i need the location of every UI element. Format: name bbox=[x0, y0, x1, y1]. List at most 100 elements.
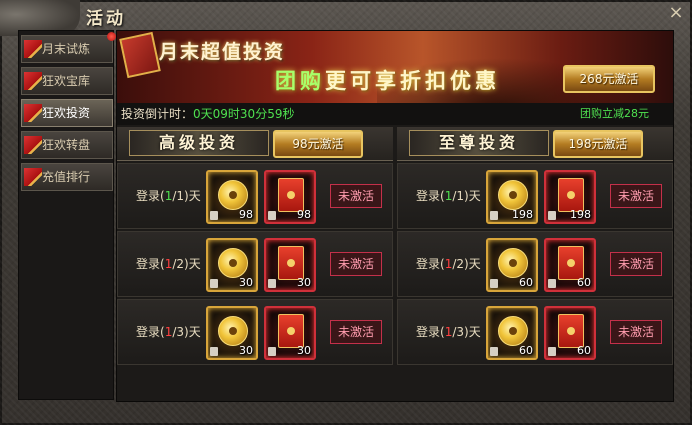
red-envelope-icon bbox=[558, 246, 584, 280]
gold-coin-icon bbox=[218, 248, 248, 278]
gold-coin-slot[interactable]: 198 bbox=[486, 170, 538, 224]
red-envelope-slot[interactable]: 30 bbox=[264, 306, 316, 360]
item-quantity: 30 bbox=[297, 344, 311, 357]
gold-coin-slot[interactable]: 60 bbox=[486, 238, 538, 292]
countdown-label: 投资倒计时： bbox=[121, 107, 194, 121]
login-progress-label: 登录(1/2)天 bbox=[416, 257, 481, 271]
reward-row: 登录(1/2)天 30 30 未激活 bbox=[117, 231, 393, 297]
reward-row: 登录(1/3)天 30 30 未激活 bbox=[117, 299, 393, 365]
red-envelope-slot[interactable]: 60 bbox=[544, 238, 596, 292]
main-panel: 月末超值投资 团购更可享折扣优惠 268元激活 投资倒计时：0天09时30分59… bbox=[116, 30, 674, 402]
gold-coin-icon bbox=[498, 248, 528, 278]
gold-coin-icon bbox=[498, 180, 528, 210]
column-title: 高级投资 bbox=[129, 130, 269, 156]
sidebar-item-ranking[interactable]: 充值排行 bbox=[21, 163, 113, 191]
column-header: 高级投资 98元激活 bbox=[117, 127, 393, 161]
promo-banner: 月末超值投资 团购更可享折扣优惠 268元激活 bbox=[117, 31, 673, 103]
login-progress-label: 登录(1/2)天 bbox=[136, 257, 201, 271]
inactive-status-button[interactable]: 未激活 bbox=[330, 184, 382, 208]
item-quantity: 98 bbox=[297, 208, 311, 221]
supreme-investment-column: 至尊投资 198元激活 登录(1/1)天 198 198 未激活 登录(1/2)… bbox=[397, 127, 673, 401]
reward-row: 登录(1/2)天 60 60 未激活 bbox=[397, 231, 673, 297]
inactive-status-button[interactable]: 未激活 bbox=[330, 252, 382, 276]
lock-icon bbox=[548, 347, 556, 356]
sidebar-item-wheel[interactable]: 狂欢转盘 bbox=[21, 131, 113, 159]
reward-row: 登录(1/1)天 98 98 未激活 bbox=[117, 163, 393, 229]
login-progress-label: 登录(1/3)天 bbox=[416, 325, 481, 339]
lock-icon bbox=[548, 211, 556, 220]
lock-icon bbox=[210, 211, 218, 220]
lock-icon bbox=[490, 279, 498, 288]
gold-coin-icon bbox=[498, 316, 528, 346]
gold-coin-slot[interactable]: 30 bbox=[206, 238, 258, 292]
banner-subtitle-highlight: 团购 bbox=[275, 69, 325, 93]
login-progress-label: 登录(1/1)天 bbox=[416, 189, 481, 203]
window-title: 活动 bbox=[86, 9, 126, 29]
item-quantity: 198 bbox=[570, 208, 591, 221]
group-discount-note: 团购立减28元 bbox=[580, 107, 649, 120]
item-quantity: 30 bbox=[239, 344, 253, 357]
red-envelope-slot[interactable]: 30 bbox=[264, 238, 316, 292]
item-quantity: 30 bbox=[239, 276, 253, 289]
red-envelope-icon bbox=[558, 178, 584, 212]
inactive-status-button[interactable]: 未激活 bbox=[330, 320, 382, 344]
group-activate-button[interactable]: 268元激活 bbox=[563, 65, 655, 93]
banner-subtitle-rest: 更可享折扣优惠 bbox=[325, 69, 500, 93]
ribbon-icon bbox=[24, 136, 42, 154]
inactive-status-button[interactable]: 未激活 bbox=[610, 320, 662, 344]
item-quantity: 60 bbox=[577, 344, 591, 357]
red-envelope-icon bbox=[119, 31, 161, 79]
column-header: 至尊投资 198元激活 bbox=[397, 127, 673, 161]
lock-icon bbox=[210, 347, 218, 356]
item-quantity: 198 bbox=[512, 208, 533, 221]
login-progress-label: 登录(1/3)天 bbox=[136, 325, 201, 339]
inactive-status-button[interactable]: 未激活 bbox=[610, 184, 662, 208]
item-quantity: 98 bbox=[239, 208, 253, 221]
lock-icon bbox=[268, 211, 276, 220]
notification-dot-icon bbox=[107, 32, 116, 41]
banner-title: 月末超值投资 bbox=[159, 41, 286, 63]
ribbon-icon bbox=[24, 40, 42, 58]
item-quantity: 60 bbox=[519, 344, 533, 357]
sidebar: 月末试炼 狂欢宝库 狂欢投资 狂欢转盘 充值排行 bbox=[18, 30, 116, 400]
ribbon-icon bbox=[24, 72, 42, 90]
supreme-activate-button[interactable]: 198元激活 bbox=[553, 130, 643, 158]
close-icon[interactable]: × bbox=[664, 2, 688, 24]
sidebar-item-label: 充值排行 bbox=[42, 170, 91, 184]
red-envelope-slot[interactable]: 198 bbox=[544, 170, 596, 224]
sidebar-item-monthly-trial[interactable]: 月末试炼 bbox=[21, 32, 116, 63]
red-envelope-icon bbox=[558, 314, 584, 348]
red-envelope-icon bbox=[278, 314, 304, 348]
sidebar-item-label: 狂欢投资 bbox=[42, 106, 91, 120]
reward-row: 登录(1/3)天 60 60 未激活 bbox=[397, 299, 673, 365]
red-envelope-slot[interactable]: 60 bbox=[544, 306, 596, 360]
red-envelope-icon bbox=[278, 178, 304, 212]
ribbon-icon bbox=[24, 104, 42, 122]
gold-coin-icon bbox=[218, 316, 248, 346]
gold-coin-slot[interactable]: 98 bbox=[206, 170, 258, 224]
item-quantity: 30 bbox=[297, 276, 311, 289]
item-quantity: 60 bbox=[519, 276, 533, 289]
sidebar-item-label: 狂欢转盘 bbox=[42, 138, 91, 152]
column-title: 至尊投资 bbox=[409, 130, 549, 156]
reward-row: 登录(1/1)天 198 198 未激活 bbox=[397, 163, 673, 229]
lock-icon bbox=[210, 279, 218, 288]
gold-coin-slot[interactable]: 30 bbox=[206, 306, 258, 360]
lock-icon bbox=[548, 279, 556, 288]
inactive-status-button[interactable]: 未激活 bbox=[610, 252, 662, 276]
banner-subtitle: 团购更可享折扣优惠 bbox=[275, 65, 500, 95]
advanced-activate-button[interactable]: 98元激活 bbox=[273, 130, 363, 158]
red-envelope-slot[interactable]: 98 bbox=[264, 170, 316, 224]
sidebar-item-label: 月末试炼 bbox=[42, 42, 91, 56]
sidebar-item-treasury[interactable]: 狂欢宝库 bbox=[21, 67, 113, 95]
sidebar-item-investment[interactable]: 狂欢投资 bbox=[21, 99, 113, 127]
ribbon-icon bbox=[24, 168, 42, 186]
gold-coin-icon bbox=[218, 180, 248, 210]
countdown-value: 0天09时30分59秒 bbox=[193, 107, 295, 121]
item-quantity: 60 bbox=[577, 276, 591, 289]
gold-coin-slot[interactable]: 60 bbox=[486, 306, 538, 360]
sidebar-item-label: 狂欢宝库 bbox=[42, 74, 91, 88]
lock-icon bbox=[490, 211, 498, 220]
red-envelope-icon bbox=[278, 246, 304, 280]
lock-icon bbox=[490, 347, 498, 356]
